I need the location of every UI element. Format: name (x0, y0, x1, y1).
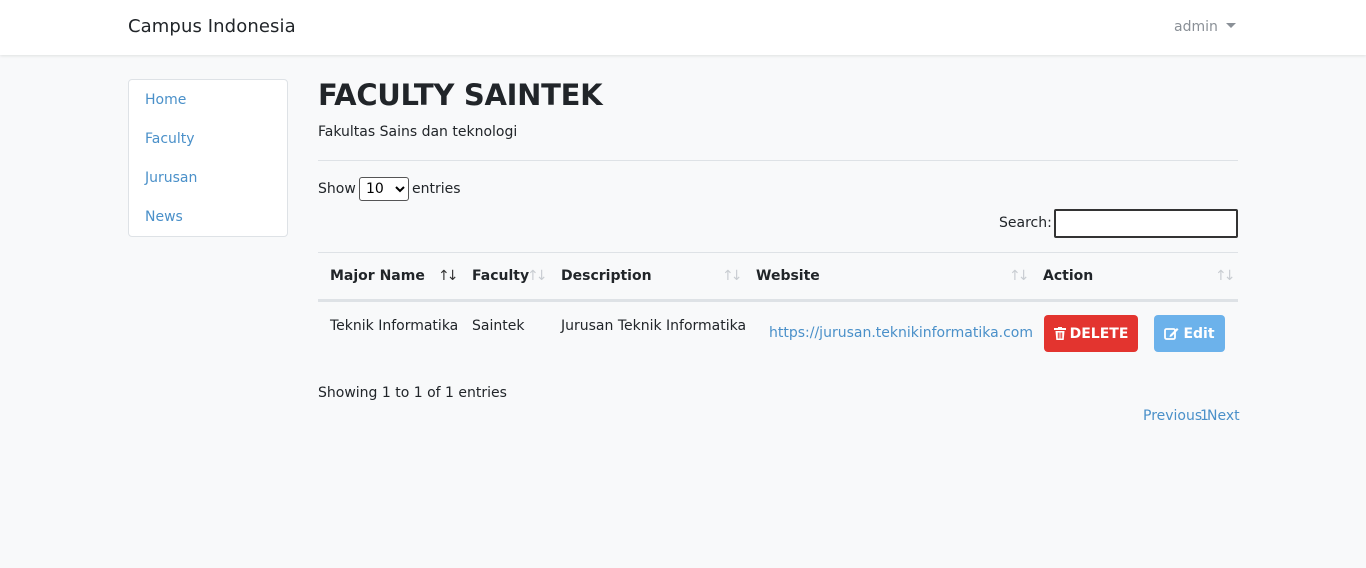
column-header-description[interactable]: Description (561, 268, 652, 284)
sort-icon-website[interactable]: ↑↓ (1009, 268, 1030, 284)
sort-icon-major-name[interactable]: ↑↓ (438, 268, 459, 284)
column-header-website[interactable]: Website (756, 268, 820, 284)
brand-link[interactable]: Campus Indonesia (128, 16, 296, 37)
divider (318, 160, 1238, 161)
table-header-border (318, 299, 1238, 302)
sidebar-item-faculty[interactable]: Faculty (145, 131, 195, 147)
table-info: Showing 1 to 1 of 1 entries (318, 385, 507, 401)
sidebar-nav: Home Faculty Jurusan News (128, 79, 288, 237)
column-header-faculty[interactable]: Faculty (472, 268, 529, 284)
show-label: Show (318, 181, 356, 197)
page-subtitle: Fakultas Sains dan teknologi (318, 124, 518, 140)
user-menu-dropdown[interactable]: admin (1174, 19, 1236, 35)
sidebar-item-home[interactable]: Home (145, 92, 186, 108)
sidebar-item-news[interactable]: News (145, 209, 183, 225)
delete-button-label: DELETE (1069, 325, 1129, 342)
sidebar-item-jurusan[interactable]: Jurusan (145, 170, 197, 186)
pagination-previous[interactable]: Previous (1143, 408, 1202, 424)
sort-icon-action[interactable]: ↑↓ (1215, 268, 1236, 284)
sort-icon-faculty[interactable]: ↑↓ (527, 268, 548, 284)
search-input[interactable] (1054, 209, 1238, 238)
column-header-major-name[interactable]: Major Name (330, 268, 425, 284)
cell-major-name: Teknik Informatika (330, 318, 459, 334)
entries-length-select[interactable]: 10 (359, 177, 409, 201)
edit-button[interactable]: Edit (1154, 315, 1225, 352)
sort-icon-description[interactable]: ↑↓ (722, 268, 743, 284)
table-top-border (318, 252, 1238, 253)
pagination-next[interactable]: Next (1207, 408, 1240, 424)
cell-website-link[interactable]: https://jurusan.teknikinformatika.com (769, 325, 1033, 341)
delete-button[interactable]: DELETE (1044, 315, 1138, 352)
user-menu-label: admin (1174, 19, 1218, 35)
entries-label: entries (412, 181, 461, 197)
trash-icon (1053, 327, 1066, 340)
edit-button-label: Edit (1183, 325, 1215, 342)
column-header-action[interactable]: Action (1043, 268, 1093, 284)
cell-description: Jurusan Teknik Informatika (561, 318, 747, 334)
edit-icon (1164, 327, 1179, 340)
page-title: FACULTY SAINTEK (318, 78, 603, 112)
search-label: Search: (999, 215, 1052, 231)
caret-down-icon (1225, 23, 1236, 28)
cell-faculty: Saintek (472, 318, 525, 334)
top-navbar: Campus Indonesia admin (0, 0, 1366, 55)
